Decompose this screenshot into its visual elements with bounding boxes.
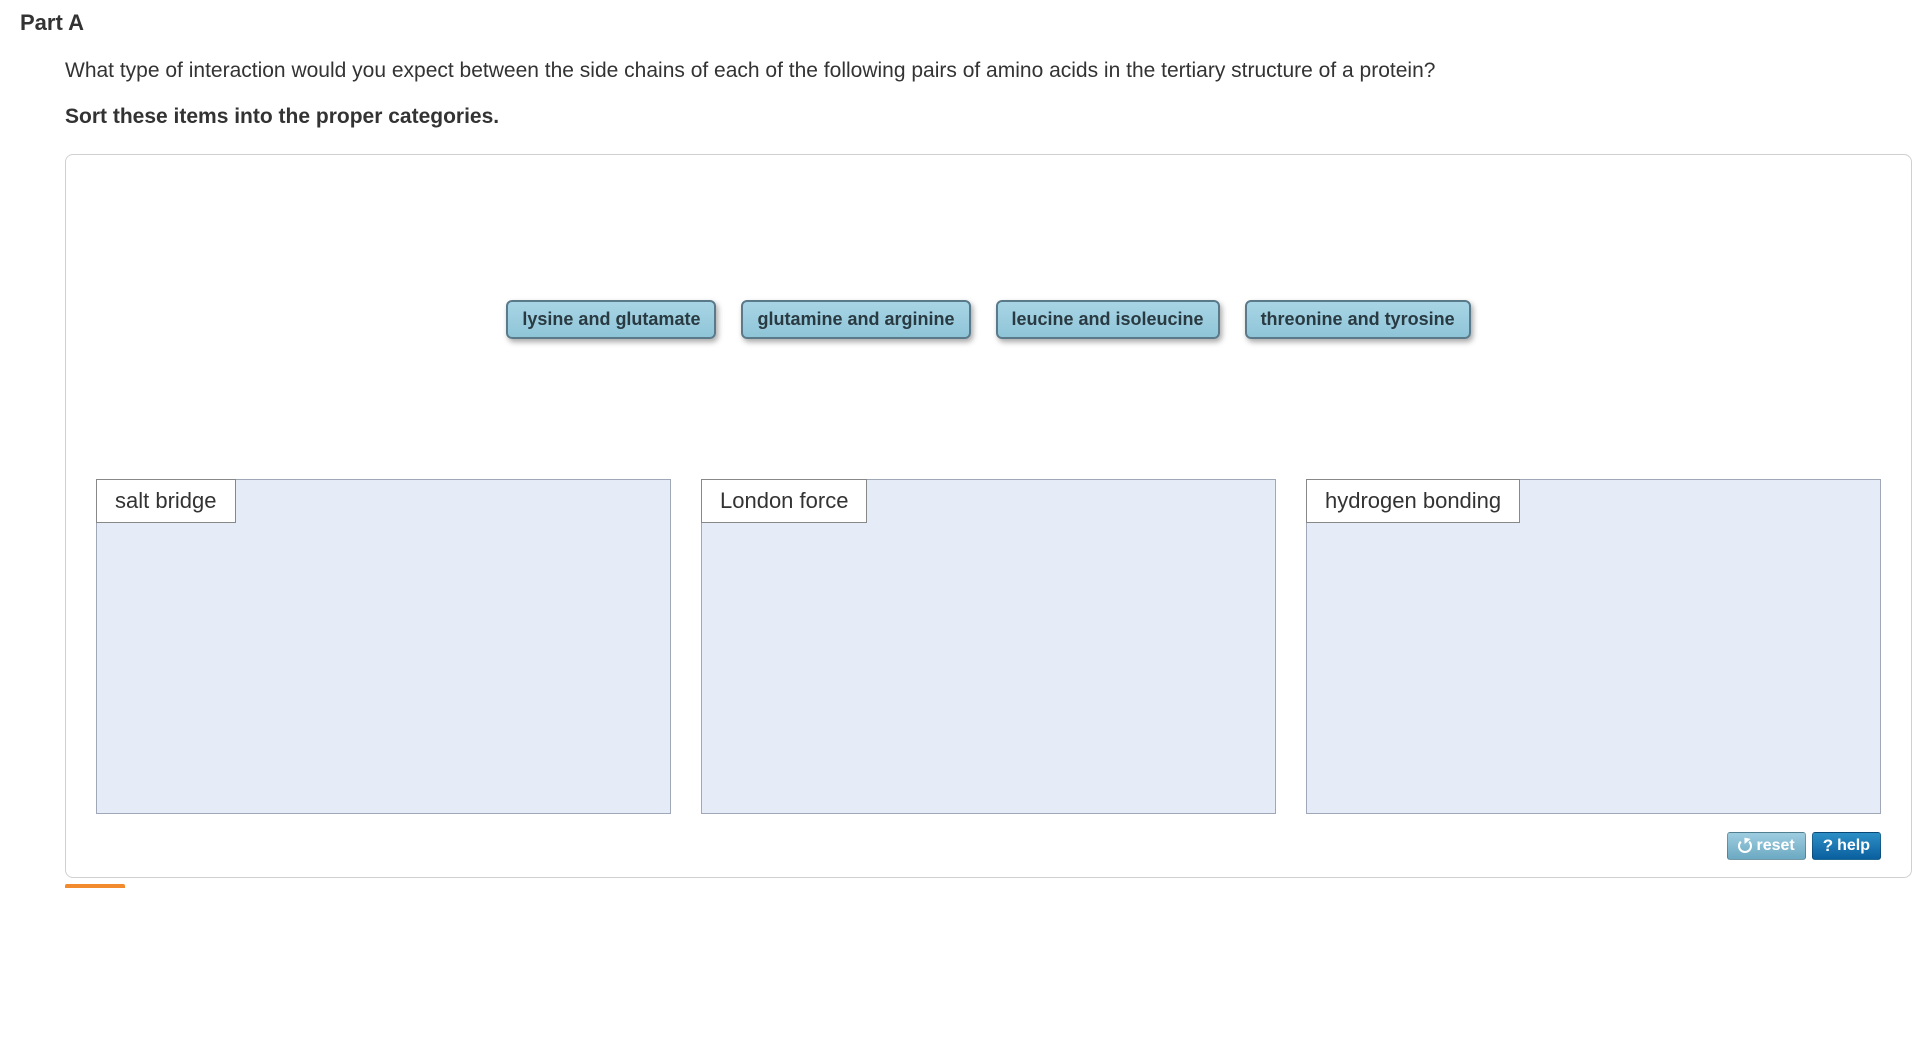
category-label: hydrogen bonding	[1306, 479, 1520, 523]
reset-button[interactable]: reset	[1727, 832, 1805, 860]
categories-row: salt bridge London force hydrogen bondin…	[81, 479, 1896, 824]
sort-container: lysine and glutamate glutamine and argin…	[65, 154, 1912, 878]
draggable-item-threonine-tyrosine[interactable]: threonine and tyrosine	[1245, 300, 1471, 339]
category-label: salt bridge	[96, 479, 236, 523]
question-area: What type of interaction would you expec…	[20, 56, 1912, 878]
question-text: What type of interaction would you expec…	[65, 56, 1912, 85]
category-bin-salt-bridge[interactable]: salt bridge	[96, 479, 671, 814]
part-header: Part A	[20, 10, 1912, 36]
reset-icon	[1738, 839, 1752, 853]
bottom-buttons: reset ? help	[81, 824, 1896, 862]
help-button-label: help	[1837, 837, 1870, 855]
help-icon: ?	[1823, 836, 1833, 856]
help-button[interactable]: ? help	[1812, 832, 1881, 860]
draggable-item-leucine-isoleucine[interactable]: leucine and isoleucine	[996, 300, 1220, 339]
reset-button-label: reset	[1756, 837, 1794, 855]
items-pool[interactable]: lysine and glutamate glutamine and argin…	[81, 170, 1896, 479]
draggable-item-glutamine-arginine[interactable]: glutamine and arginine	[741, 300, 970, 339]
category-bin-london-force[interactable]: London force	[701, 479, 1276, 814]
instruction-text: Sort these items into the proper categor…	[65, 105, 1912, 129]
bottom-accent	[65, 884, 125, 888]
category-bin-hydrogen-bonding[interactable]: hydrogen bonding	[1306, 479, 1881, 814]
draggable-item-lysine-glutamate[interactable]: lysine and glutamate	[506, 300, 716, 339]
category-label: London force	[701, 479, 867, 523]
